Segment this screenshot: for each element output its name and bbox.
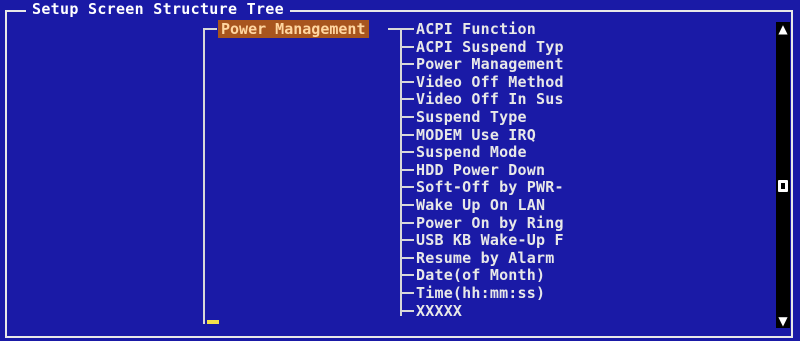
item-connector-line <box>400 256 414 259</box>
tree-item[interactable]: ACPI Function <box>416 20 536 38</box>
tree-item[interactable]: MODEM Use IRQ <box>416 126 536 144</box>
item-connector-line <box>400 168 414 171</box>
structure-tree-frame <box>5 10 793 338</box>
item-connector-line <box>400 292 414 294</box>
tree-trunk-line <box>203 28 205 324</box>
item-connector-line <box>400 221 414 224</box>
item-connector-line <box>400 309 414 312</box>
item-connector-line <box>400 274 414 277</box>
item-connector-line <box>400 186 414 189</box>
down-arrow-icon[interactable]: ▼ <box>776 314 790 328</box>
tree-item[interactable]: Date(of Month) <box>416 266 545 284</box>
item-connector-line <box>400 204 414 206</box>
tree-item[interactable]: Wake Up On LAN <box>416 196 545 214</box>
tree-item[interactable]: Suspend Type <box>416 108 527 126</box>
branch-line <box>400 28 402 316</box>
tree-item[interactable]: Time(hh:mm:ss) <box>416 284 545 302</box>
frame-title: Setup Screen Structure Tree <box>26 0 290 18</box>
tree-root-power-management[interactable]: Power Management <box>218 20 369 38</box>
tree-item[interactable]: HDD Power Down <box>416 161 545 179</box>
tree-item[interactable]: XXXXX <box>416 302 462 320</box>
scroll-thumb[interactable] <box>778 180 788 192</box>
tree-item[interactable]: Video Off In Sus <box>416 90 564 108</box>
scrollbar[interactable]: ▲ ▼ <box>776 22 790 328</box>
item-connector-line <box>400 98 414 101</box>
tree-item[interactable]: USB KB Wake-Up F <box>416 231 564 249</box>
item-connector-line <box>400 133 414 136</box>
tree-item[interactable]: Video Off Method <box>416 73 564 91</box>
item-connector-line <box>400 45 414 48</box>
text-cursor <box>207 320 219 324</box>
item-connector-line <box>400 116 414 118</box>
tree-item[interactable]: Power On by Ring <box>416 214 564 232</box>
bios-setup-screen: Setup Screen Structure Tree Power Manage… <box>0 0 800 341</box>
tree-item[interactable]: Resume by Alarm <box>416 249 554 267</box>
item-connector-line <box>400 80 414 83</box>
tree-item[interactable]: Soft-Off by PWR- <box>416 178 564 196</box>
tree-item[interactable]: Suspend Mode <box>416 143 527 161</box>
tree-item[interactable]: ACPI Suspend Typ <box>416 38 564 56</box>
item-connector-line <box>400 28 414 30</box>
root-connector-line <box>203 28 217 30</box>
tree-item[interactable]: Power Management <box>416 55 564 73</box>
up-arrow-icon[interactable]: ▲ <box>776 22 790 36</box>
item-connector-line <box>400 239 414 242</box>
item-connector-line <box>400 151 414 154</box>
item-connector-line <box>400 63 414 66</box>
